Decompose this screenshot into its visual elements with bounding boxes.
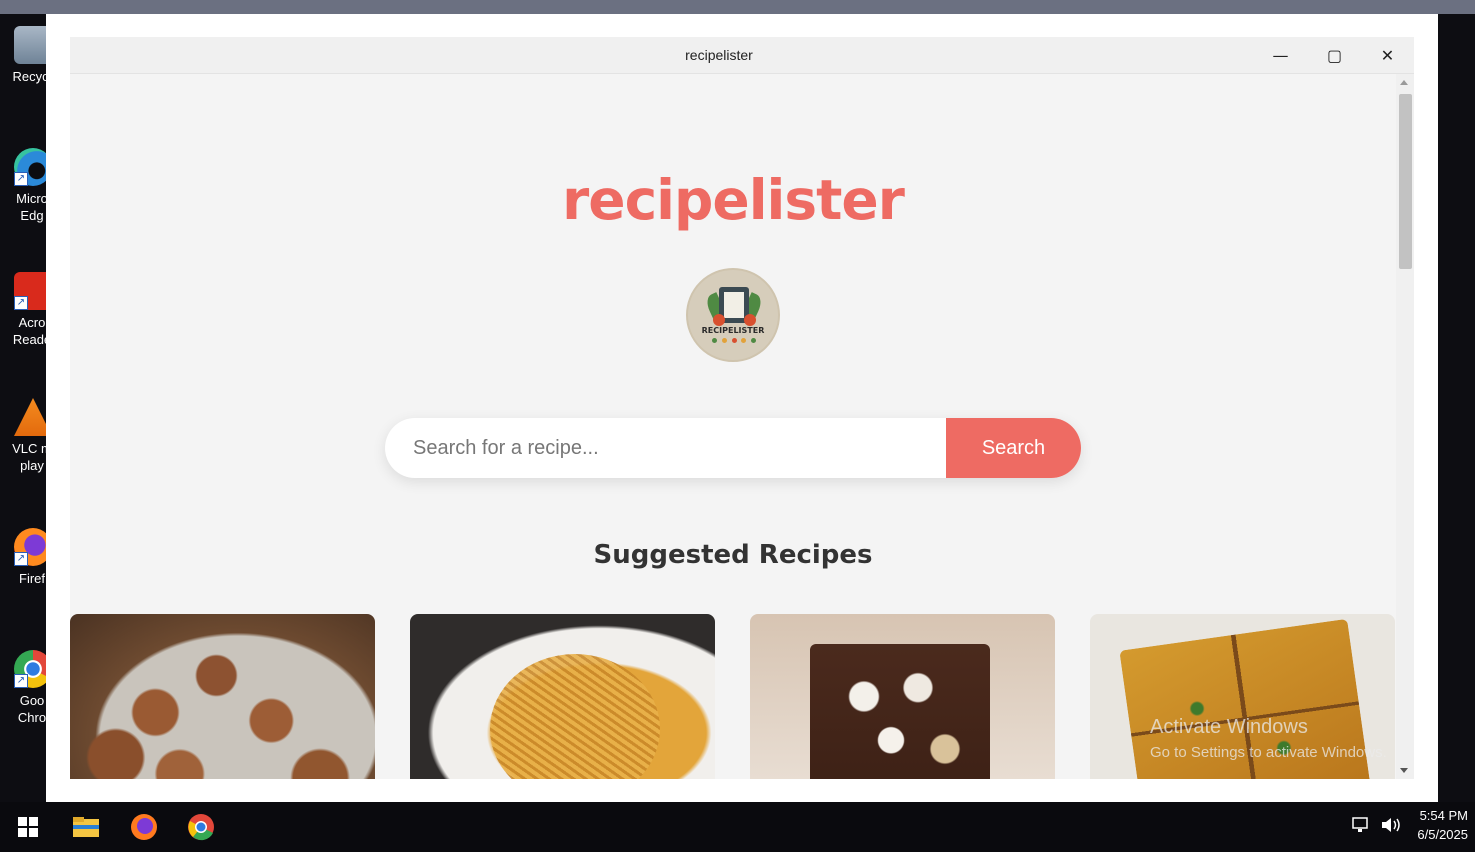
logo-vegetable-dots	[712, 338, 756, 343]
firefox-icon	[131, 814, 157, 840]
search-button[interactable]: Search	[946, 418, 1081, 478]
screen-top-strip	[0, 0, 1475, 14]
maximize-button[interactable]: ▢	[1308, 37, 1361, 74]
activation-watermark-subtitle: Go to Settings to activate Windows.	[1150, 744, 1387, 761]
app-window: recipelister — ▢ ✕ recipelister RECIPELI…	[70, 37, 1414, 779]
taskbar-file-explorer[interactable]	[70, 811, 102, 843]
taskbar-chrome[interactable]	[185, 811, 217, 843]
minimize-icon: —	[1272, 46, 1289, 65]
windows-start-button[interactable]	[12, 811, 44, 843]
close-button[interactable]: ✕	[1361, 37, 1414, 74]
minimize-button[interactable]: —	[1254, 37, 1307, 74]
app-logo: RECIPELISTER	[686, 268, 780, 362]
app-content: recipelister RECIPELISTER Search Suggest…	[70, 74, 1396, 779]
shortcut-arrow-icon: ↗	[14, 674, 28, 688]
chrome-icon	[188, 814, 214, 841]
taskbar	[0, 802, 1475, 852]
logo-text: RECIPELISTER	[701, 326, 765, 335]
tomato-icon	[713, 314, 725, 326]
recipe-card-rocky-road[interactable]	[750, 614, 1055, 779]
maximize-icon: ▢	[1326, 46, 1343, 65]
clock-date: 6/5/2025	[1417, 827, 1468, 842]
clock[interactable]: 5:54 PM 6/5/2025	[1412, 806, 1468, 850]
scroll-thumb[interactable]	[1399, 94, 1412, 269]
taskbar-firefox[interactable]	[128, 811, 160, 843]
shortcut-arrow-icon: ↗	[14, 296, 28, 310]
scroll-down-arrow-icon[interactable]	[1400, 768, 1408, 773]
scroll-up-arrow-icon[interactable]	[1400, 80, 1408, 85]
shortcut-arrow-icon: ↗	[14, 172, 28, 186]
windows-start-icon	[18, 817, 38, 837]
clock-time: 5:54 PM	[1419, 808, 1468, 823]
search-input[interactable]	[385, 418, 946, 478]
title-bar[interactable]: recipelister — ▢ ✕	[70, 37, 1414, 74]
network-icon[interactable]	[1352, 816, 1372, 852]
shortcut-arrow-icon: ↗	[14, 552, 28, 566]
volume-icon[interactable]	[1380, 816, 1402, 852]
activation-watermark-title: Activate Windows	[1150, 716, 1308, 738]
file-explorer-icon	[73, 817, 99, 837]
search-bar: Search	[385, 418, 1081, 478]
recipe-card-pasta[interactable]	[410, 614, 715, 779]
window-title: recipelister	[685, 47, 753, 63]
vertical-scrollbar[interactable]	[1396, 74, 1414, 779]
app-brand-title: recipelister	[562, 168, 905, 232]
suggested-recipes-heading: Suggested Recipes	[593, 540, 873, 570]
tomato-icon	[744, 314, 756, 326]
close-icon: ✕	[1380, 46, 1395, 65]
recipe-card-falafel[interactable]	[70, 614, 375, 779]
